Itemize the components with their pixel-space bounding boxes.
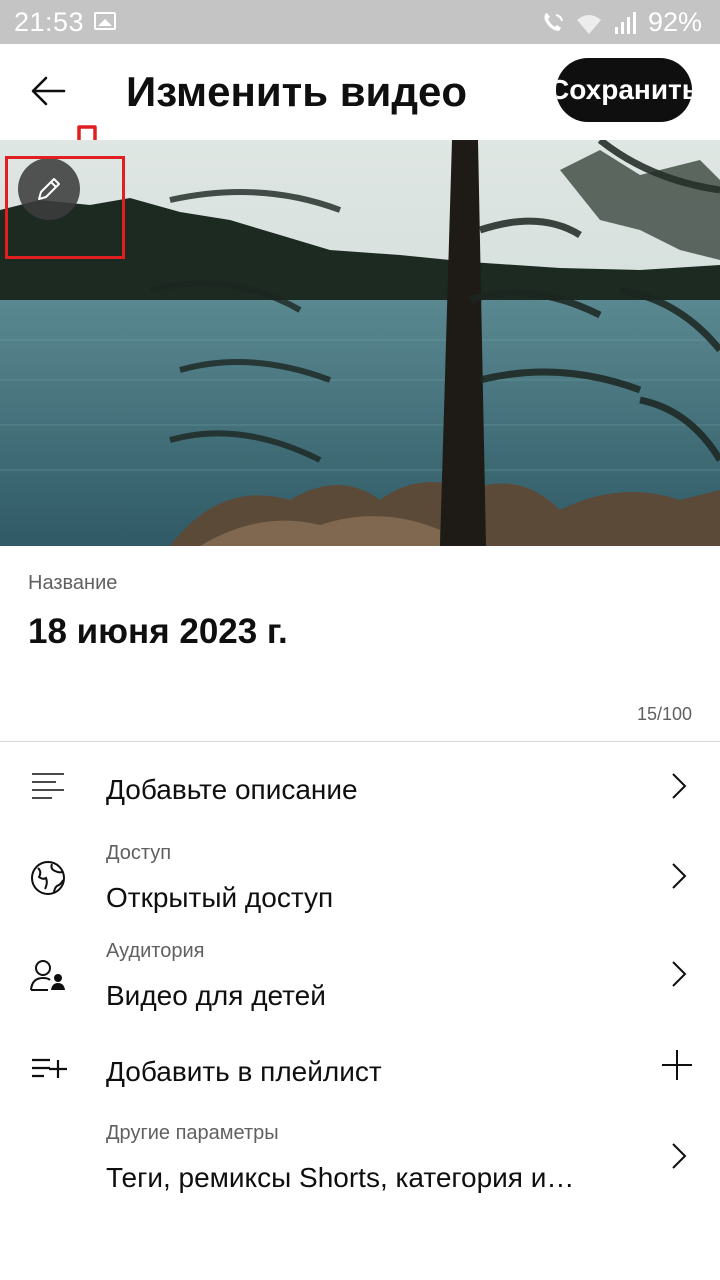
audience-row[interactable]: Аудитория Видео для детей: [0, 934, 720, 1024]
access-sublabel: Доступ: [106, 842, 172, 864]
more-options-sublabel: Другие параметры: [106, 1122, 279, 1144]
title-field-value[interactable]: 18 июня 2023 г.: [28, 612, 288, 652]
more-options-row[interactable]: Другие параметры Теги, ремиксы Shorts, к…: [0, 1116, 720, 1206]
access-row[interactable]: Доступ Открытый доступ: [0, 836, 720, 926]
status-bar: 21:53 92%: [0, 0, 720, 44]
signal-icon: [614, 11, 636, 34]
audience-value: Видео для детей: [106, 980, 326, 1011]
top-app-bar: Изменить видео Сохранить: [0, 44, 720, 184]
add-description-label: Добавьте описание: [106, 774, 358, 805]
page-title: Изменить видео: [126, 68, 468, 115]
chevron-right-icon: [672, 1143, 687, 1169]
wifi-icon: [576, 14, 601, 34]
gallery-notification-icon: [94, 12, 116, 30]
chevron-right-icon: [672, 863, 687, 889]
globe-icon: [31, 861, 65, 895]
audience-sublabel: Аудитория: [106, 940, 205, 962]
access-value: Открытый доступ: [106, 882, 334, 913]
title-char-counter: 15/100: [636, 704, 692, 724]
add-description-row[interactable]: Добавьте описание: [0, 752, 720, 828]
plus-icon[interactable]: [660, 1048, 694, 1082]
description-lines-icon: [32, 773, 64, 799]
chevron-right-icon: [672, 773, 687, 799]
arrow-left-icon[interactable]: [26, 68, 72, 114]
add-to-playlist-row[interactable]: Добавить в плейлист: [0, 1034, 720, 1110]
video-thumbnail[interactable]: [0, 140, 720, 546]
save-button[interactable]: Сохранить: [556, 58, 692, 122]
title-field-label: Название: [28, 572, 118, 594]
annotation-highlight-box: [5, 156, 125, 259]
playlist-add-icon: [32, 1058, 67, 1078]
chevron-right-icon: [672, 961, 687, 987]
status-indicators: 92%: [540, 7, 702, 38]
add-to-playlist-label: Добавить в плейлист: [106, 1056, 382, 1087]
section-divider: [0, 741, 720, 742]
status-time: 21:53: [14, 7, 85, 37]
battery-percent: 92%: [647, 7, 702, 37]
audience-icon: [30, 960, 65, 991]
wifi-call-icon: [544, 12, 563, 31]
more-options-value: Теги, ремиксы Shorts, категория и…: [106, 1162, 575, 1193]
